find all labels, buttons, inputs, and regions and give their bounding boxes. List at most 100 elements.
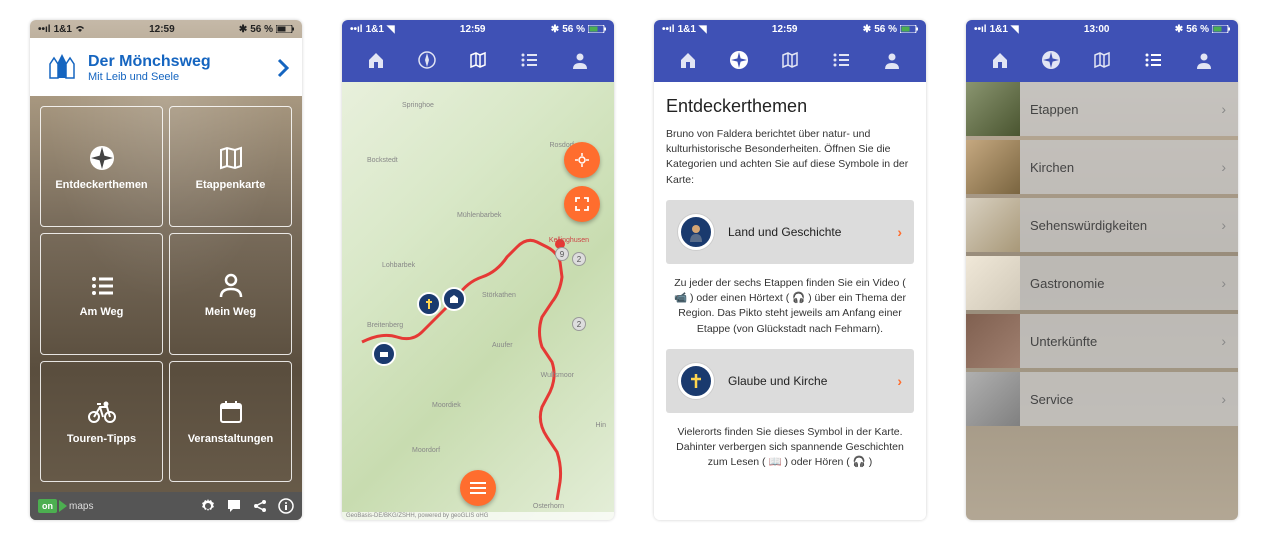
tile-am-weg[interactable]: Am Weg [40, 233, 163, 354]
map-place-label: Springhoe [402, 102, 434, 109]
nav-map-icon[interactable] [780, 50, 800, 70]
map-pin-museum[interactable] [442, 287, 466, 311]
maps-label: maps [69, 501, 93, 512]
nav-person-icon[interactable] [882, 50, 902, 70]
list-item-unterkuenfte[interactable]: Unterkünfte › [966, 314, 1238, 368]
chevron-right-icon: › [897, 373, 902, 389]
bluetooth-icon: ✱ [863, 24, 871, 35]
nav-home-icon[interactable] [990, 50, 1010, 70]
tile-touren-tipps[interactable]: Touren-Tipps [40, 361, 163, 482]
page-title: Entdeckerthemen [666, 96, 914, 117]
footer-brand[interactable]: on maps [38, 499, 93, 513]
nav-map-icon[interactable] [468, 50, 488, 70]
status-bar: ••ıl 1&1 ◥ 13:00 ✱ 56 % [966, 20, 1238, 38]
category-card-land[interactable]: Land und Geschichte › [666, 200, 914, 264]
home-tile-grid: Entdeckerthemen Etappenkarte Am Weg Mein… [30, 96, 302, 492]
category-card-glaube[interactable]: Glaube und Kirche › [666, 349, 914, 413]
info-icon[interactable] [278, 498, 294, 514]
battery-label: 56 % [874, 24, 897, 35]
fab-fullscreen[interactable] [564, 186, 600, 222]
tile-label: Touren-Tipps [67, 433, 136, 445]
list-item-kirchen[interactable]: Kirchen › [966, 140, 1238, 194]
nav-home-icon[interactable] [366, 50, 386, 70]
signal-icon: ••ıl [38, 24, 51, 35]
status-bar: ••ıl 1&1 12:59 ✱ 56 % [30, 20, 302, 38]
app-subtitle: Mit Leib und Seele [88, 71, 270, 83]
nav-list-icon[interactable] [1143, 50, 1163, 70]
map-place-label: Lohbarbek [382, 262, 415, 269]
map-pin-poi[interactable] [372, 342, 396, 366]
tile-entdeckerthemen[interactable]: Entdeckerthemen [40, 106, 163, 227]
tile-mein-weg[interactable]: Mein Weg [169, 233, 292, 354]
nav-home-icon[interactable] [678, 50, 698, 70]
share-icon[interactable] [252, 498, 268, 514]
nav-list-icon[interactable] [831, 50, 851, 70]
carrier-label: 1&1 [54, 24, 72, 35]
status-bar: ••ıl 1&1 ◥ 12:59 ✱ 56 % [654, 20, 926, 38]
list-item-label: Sehenswürdigkeiten [1030, 218, 1211, 233]
bluetooth-icon: ✱ [1175, 24, 1183, 35]
app-logo [42, 48, 82, 88]
list-item-etappen[interactable]: Etappen › [966, 82, 1238, 136]
time-label: 12:59 [149, 24, 175, 35]
tile-veranstaltungen[interactable]: Veranstaltungen [169, 361, 292, 482]
nav-list-icon[interactable] [519, 50, 539, 70]
monk-icon [678, 214, 714, 250]
tile-label: Veranstaltungen [188, 433, 274, 445]
battery-label: 56 % [1186, 24, 1209, 35]
thumbnail [966, 256, 1020, 310]
battery-icon [900, 25, 918, 33]
list-item-sehenswuerdigkeiten[interactable]: Sehenswürdigkeiten › [966, 198, 1238, 252]
fab-locate[interactable] [564, 142, 600, 178]
nav-person-icon[interactable] [1194, 50, 1214, 70]
thumbnail [966, 372, 1020, 426]
map-place-label: Auufer [492, 342, 513, 349]
screen-4-list: ••ıl 1&1 ◥ 13:00 ✱ 56 % Etappen › [966, 20, 1238, 520]
battery-label: 56 % [562, 24, 585, 35]
on-badge: on [38, 499, 57, 513]
map-pin-church[interactable] [417, 292, 441, 316]
chat-icon[interactable] [226, 498, 242, 514]
map-cluster[interactable]: 2 [572, 317, 586, 331]
compass-icon [87, 143, 117, 173]
carrier-label: 1&1 [990, 24, 1008, 35]
map-cluster[interactable]: 2 [572, 252, 586, 266]
chevron-right-icon: › [1221, 391, 1226, 407]
wifi-icon: ◥ [387, 24, 395, 35]
tile-etappenkarte[interactable]: Etappenkarte [169, 106, 292, 227]
list-item-gastronomie[interactable]: Gastronomie › [966, 256, 1238, 310]
map-place-label: Bockstedt [367, 157, 398, 164]
chevron-right-icon[interactable] [276, 58, 290, 78]
thumbnail [966, 198, 1020, 252]
mid-text: Zu jeder der sechs Etappen finden Sie ei… [666, 276, 914, 337]
map-place-label: Moordiek [432, 402, 461, 409]
nav-map-icon[interactable] [1092, 50, 1112, 70]
map-place-label: Kellinghusen [549, 237, 589, 244]
map-view[interactable]: Springhoe Lohbarbek Rosdorf Mühlenbarbek… [342, 82, 614, 520]
fab-menu[interactable] [460, 470, 496, 506]
list-item-service[interactable]: Service › [966, 372, 1238, 426]
signal-icon: ••ıl [974, 24, 987, 35]
map-place-label: Moordorf [412, 447, 440, 454]
top-nav [654, 38, 926, 82]
battery-icon [1212, 25, 1230, 33]
map-place-label: Wulfsmoor [541, 372, 574, 379]
chevron-right-icon: › [1221, 159, 1226, 175]
tile-label: Entdeckerthemen [55, 179, 147, 191]
battery-icon [276, 25, 294, 33]
nav-compass-icon[interactable] [729, 50, 749, 70]
list-item-label: Etappen [1030, 102, 1211, 117]
map-place-label: Osterhorn [533, 503, 564, 510]
top-nav [342, 38, 614, 82]
category-label: Glaube und Kirche [728, 374, 883, 388]
tile-label: Am Weg [80, 306, 124, 318]
nav-person-icon[interactable] [570, 50, 590, 70]
screen-3-discover: ••ıl 1&1 ◥ 12:59 ✱ 56 % Entdeckerthemen … [654, 20, 926, 520]
nav-compass-icon[interactable] [417, 50, 437, 70]
app-header[interactable]: Der Mönchsweg Mit Leib und Seele [30, 38, 302, 96]
gear-icon[interactable] [200, 498, 216, 514]
map-place-label: Mühlenbarbek [457, 212, 501, 219]
battery-icon [588, 25, 606, 33]
nav-compass-icon[interactable] [1041, 50, 1061, 70]
map-cluster[interactable]: 9 [555, 247, 569, 261]
